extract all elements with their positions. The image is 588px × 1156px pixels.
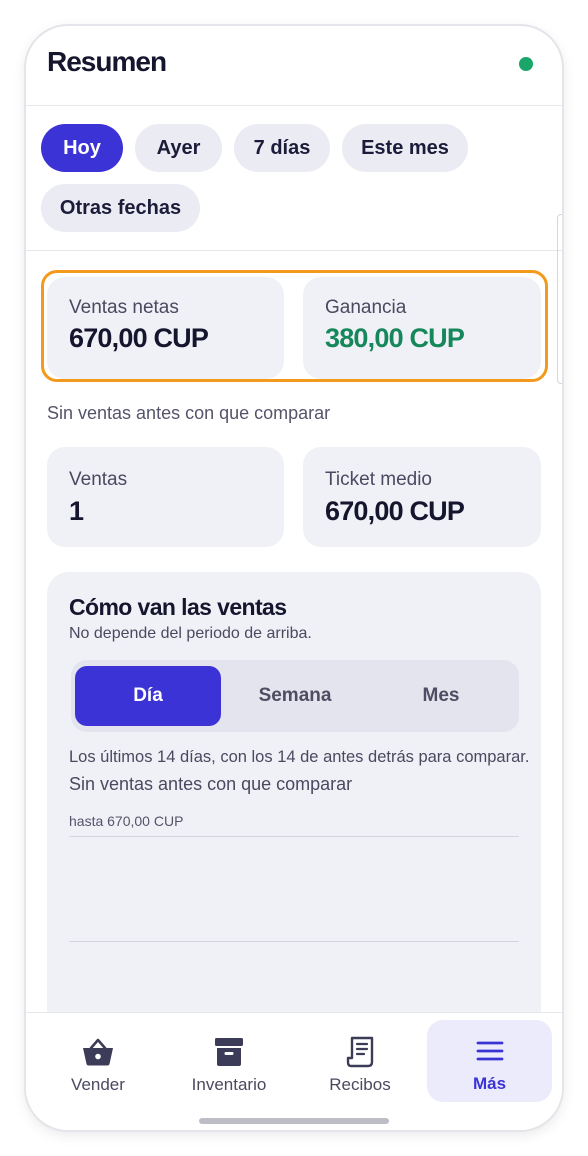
- date-filter-bar: Hoy Ayer 7 días Este mes Otras fechas: [26, 106, 562, 251]
- app-header: Resumen: [26, 26, 562, 106]
- chart-gridline-mid: [69, 941, 519, 942]
- period-segmented-control: Día Semana Mes: [71, 660, 519, 732]
- receipt-icon: [343, 1035, 377, 1069]
- filter-chip-yesterday[interactable]: Ayer: [135, 124, 222, 172]
- segment-month[interactable]: Mes: [368, 666, 514, 726]
- net-sales-label: Ventas netas: [69, 297, 179, 318]
- nav-item-sell[interactable]: Vender: [46, 1021, 150, 1101]
- chart-axis-label: hasta 670,00 CUP: [69, 813, 184, 829]
- filter-chip-other-dates[interactable]: Otras fechas: [41, 184, 200, 232]
- sales-count-value: 1: [69, 496, 84, 526]
- net-sales-card[interactable]: Ventas netas 670,00 CUP: [47, 277, 284, 379]
- phone-frame: Resumen Hoy Ayer 7 días Este mes Otras f…: [26, 26, 562, 1130]
- nav-label-sell: Vender: [71, 1075, 125, 1094]
- nav-item-more[interactable]: Más: [427, 1020, 552, 1102]
- segment-week[interactable]: Semana: [222, 666, 368, 726]
- profit-value: 380,00 CUP: [325, 323, 465, 353]
- sales-count-card[interactable]: Ventas 1: [47, 447, 284, 547]
- nav-item-receipts[interactable]: Recibos: [308, 1021, 412, 1101]
- sales-trend-subtitle: No depende del periodo de arriba.: [69, 625, 312, 642]
- bottom-navigation: Vender Inventario Recibos Más: [26, 1012, 562, 1130]
- archive-box-icon: [212, 1035, 246, 1069]
- avg-ticket-value: 670,00 CUP: [325, 496, 465, 526]
- sales-trend-title: Cómo van las ventas: [69, 594, 287, 620]
- filter-chip-today[interactable]: Hoy: [41, 124, 123, 172]
- page-title: Resumen: [47, 46, 167, 77]
- avg-ticket-card[interactable]: Ticket medio 670,00 CUP: [303, 447, 541, 547]
- no-comparison-note: Sin ventas antes con que comparar: [47, 403, 331, 423]
- trend-range-note: Los últimos 14 días, con los 14 de antes…: [69, 748, 530, 766]
- home-indicator: [199, 1118, 389, 1124]
- nav-label-inventory: Inventario: [191, 1075, 267, 1094]
- nav-label-receipts: Recibos: [329, 1075, 391, 1094]
- net-sales-value: 670,00 CUP: [69, 323, 209, 353]
- trend-no-compare-note: Sin ventas antes con que comparar: [69, 774, 353, 794]
- profit-card[interactable]: Ganancia 380,00 CUP: [303, 277, 541, 379]
- nav-item-inventory[interactable]: Inventario: [176, 1021, 282, 1101]
- status-indicator: [519, 57, 533, 71]
- basket-icon: [81, 1035, 115, 1069]
- chart-gridline-top: [69, 836, 519, 837]
- menu-icon: [473, 1034, 507, 1068]
- sales-trend-panel: Cómo van las ventas No depende del perio…: [47, 572, 541, 1032]
- scrollbar[interactable]: [557, 214, 562, 384]
- filter-chip-7-days[interactable]: 7 días: [234, 124, 330, 172]
- segment-day[interactable]: Día: [75, 666, 221, 726]
- sales-count-label: Ventas: [69, 469, 128, 490]
- nav-label-more: Más: [472, 1074, 507, 1093]
- avg-ticket-label: Ticket medio: [325, 469, 432, 490]
- filter-chip-this-month[interactable]: Este mes: [342, 124, 468, 172]
- profit-label: Ganancia: [325, 297, 407, 318]
